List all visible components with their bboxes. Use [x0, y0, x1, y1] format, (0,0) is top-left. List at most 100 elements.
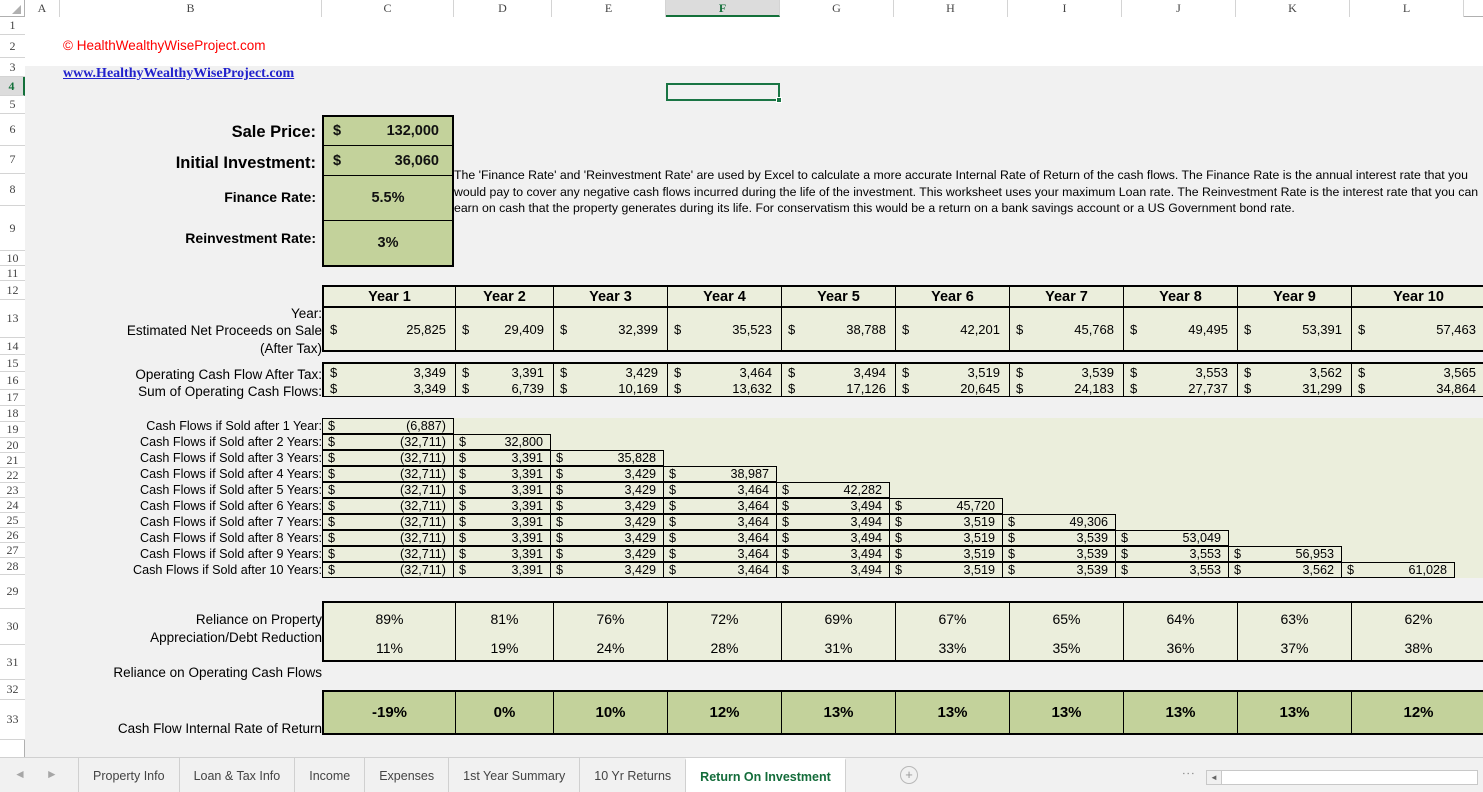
years-proceeds-table[interactable]: Year 1Year 2Year 3Year 4Year 5Year 6Year… — [322, 285, 1483, 352]
select-all-corner[interactable] — [0, 0, 25, 17]
row-header-32[interactable]: 32 — [0, 680, 25, 700]
cash-flow-cell-y1-c1[interactable]: $(6,887) — [322, 418, 454, 434]
net-proceeds-cell-3[interactable]: $32,399 — [554, 308, 668, 350]
cash-flow-cell-y10-c5[interactable]: $3,494 — [776, 562, 890, 578]
cash-flow-cell-y6-c2[interactable]: $3,391 — [453, 498, 551, 514]
row-header-23[interactable]: 23 — [0, 483, 25, 498]
reliance-property-cell-4[interactable]: 72% — [668, 603, 782, 635]
operating-cash-flow-cell-10[interactable]: $3,565 — [1352, 364, 1483, 380]
website-link[interactable]: www.HealthyWealthyWiseProject.com — [63, 66, 294, 82]
cash-flow-cell-y7-c7[interactable]: $49,306 — [1002, 514, 1116, 530]
net-proceeds-cell-8[interactable]: $49,495 — [1124, 308, 1238, 350]
cash-flow-cell-y9-c4[interactable]: $3,464 — [663, 546, 777, 562]
column-header-e[interactable]: E — [552, 0, 666, 17]
sheet-tab-expenses[interactable]: Expenses — [364, 758, 449, 792]
operating-cash-flow-cell-3[interactable]: $3,429 — [554, 364, 668, 380]
year-header-cell-4[interactable]: Year 4 — [668, 287, 782, 306]
row-header-9[interactable]: 9 — [0, 206, 25, 251]
cash-flow-cell-y7-c4[interactable]: $3,464 — [663, 514, 777, 530]
row-header-28[interactable]: 28 — [0, 558, 25, 575]
operating-cash-flow-cell-4[interactable]: $3,464 — [668, 364, 782, 380]
prev-sheet-arrow-icon[interactable]: ◄ — [14, 767, 26, 781]
cash-flow-cell-y10-c10[interactable]: $61,028 — [1341, 562, 1455, 578]
column-header-b[interactable]: B — [60, 0, 322, 17]
operating-cash-flow-cell-6[interactable]: $3,519 — [896, 364, 1010, 380]
row-header-30[interactable]: 30 — [0, 609, 25, 645]
row-header-2[interactable]: 2 — [0, 35, 25, 58]
column-header-c[interactable]: C — [322, 0, 454, 17]
sum-operating-cash-flows-cell-10[interactable]: $34,864 — [1352, 380, 1483, 396]
irr-table[interactable]: -19%0%10%12%13%13%13%13%13%12% — [322, 690, 1483, 735]
reliance-property-cell-10[interactable]: 62% — [1352, 603, 1483, 635]
scroll-left-arrow-icon[interactable]: ◄ — [1207, 771, 1222, 784]
row-header-17[interactable]: 17 — [0, 390, 25, 406]
cash-flow-cell-y10-c8[interactable]: $3,553 — [1115, 562, 1229, 578]
cash-flow-cell-y2-c1[interactable]: $(32,711) — [322, 434, 454, 450]
row-header-14[interactable]: 14 — [0, 338, 25, 355]
year-header-cell-7[interactable]: Year 7 — [1010, 287, 1124, 306]
irr-cell-7[interactable]: 13% — [1010, 692, 1124, 733]
net-proceeds-cell-2[interactable]: $29,409 — [456, 308, 554, 350]
cash-flow-cell-y10-c3[interactable]: $3,429 — [550, 562, 664, 578]
reliance-operating-cell-7[interactable]: 35% — [1010, 635, 1124, 660]
sum-operating-cash-flows-cell-7[interactable]: $24,183 — [1010, 380, 1124, 396]
reliance-property-cell-9[interactable]: 63% — [1238, 603, 1352, 635]
row-header-26[interactable]: 26 — [0, 528, 25, 543]
row-header-7[interactable]: 7 — [0, 146, 25, 174]
irr-cell-10[interactable]: 12% — [1352, 692, 1483, 733]
cash-flow-cell-y5-c2[interactable]: $3,391 — [453, 482, 551, 498]
reliance-property-cell-1[interactable]: 89% — [324, 603, 456, 635]
cash-flow-cell-y8-c6[interactable]: $3,519 — [889, 530, 1003, 546]
cash-flow-cell-y6-c4[interactable]: $3,464 — [663, 498, 777, 514]
year-header-cell-8[interactable]: Year 8 — [1124, 287, 1238, 306]
cash-flow-cell-y7-c3[interactable]: $3,429 — [550, 514, 664, 530]
net-proceeds-cell-9[interactable]: $53,391 — [1238, 308, 1352, 350]
sheet-tab-income[interactable]: Income — [294, 758, 365, 792]
row-header-22[interactable]: 22 — [0, 468, 25, 483]
net-proceeds-cell-5[interactable]: $38,788 — [782, 308, 896, 350]
cash-flow-cell-y5-c4[interactable]: $3,464 — [663, 482, 777, 498]
reliance-operating-cell-9[interactable]: 37% — [1238, 635, 1352, 660]
reliance-operating-cell-8[interactable]: 36% — [1124, 635, 1238, 660]
sheet-tab-property-info[interactable]: Property Info — [78, 758, 180, 792]
cash-flow-cell-y4-c3[interactable]: $3,429 — [550, 466, 664, 482]
cash-flow-cell-y4-c2[interactable]: $3,391 — [453, 466, 551, 482]
operating-cash-flow-cell-1[interactable]: $3,349 — [324, 364, 456, 380]
reliance-operating-cell-1[interactable]: 11% — [324, 635, 456, 660]
row-header-25[interactable]: 25 — [0, 513, 25, 528]
cash-flow-cell-y8-c2[interactable]: $3,391 — [453, 530, 551, 546]
row-header-10[interactable]: 10 — [0, 251, 25, 266]
sale-price-input-cell[interactable]: $ 132,000 — [324, 117, 452, 146]
cash-flow-cell-y4-c1[interactable]: $(32,711) — [322, 466, 454, 482]
irr-cell-1[interactable]: -19% — [324, 692, 456, 733]
cash-flow-cell-y10-c9[interactable]: $3,562 — [1228, 562, 1342, 578]
row-header-5[interactable]: 5 — [0, 96, 25, 114]
cash-flow-cell-y4-c4[interactable]: $38,987 — [663, 466, 777, 482]
column-header-a[interactable]: A — [25, 0, 60, 17]
reliance-property-cell-8[interactable]: 64% — [1124, 603, 1238, 635]
cash-flow-cell-y9-c5[interactable]: $3,494 — [776, 546, 890, 562]
cash-flow-cell-y10-c7[interactable]: $3,539 — [1002, 562, 1116, 578]
cash-flow-cell-y9-c6[interactable]: $3,519 — [889, 546, 1003, 562]
irr-cell-3[interactable]: 10% — [554, 692, 668, 733]
column-header-j[interactable]: J — [1122, 0, 1236, 17]
row-header-27[interactable]: 27 — [0, 543, 25, 558]
reliance-property-cell-5[interactable]: 69% — [782, 603, 896, 635]
operating-cash-flow-cell-5[interactable]: $3,494 — [782, 364, 896, 380]
cash-flow-cell-y7-c5[interactable]: $3,494 — [776, 514, 890, 530]
row-header-8[interactable]: 8 — [0, 174, 25, 206]
sum-operating-cash-flows-cell-1[interactable]: $3,349 — [324, 380, 456, 396]
operating-cash-flow-cell-8[interactable]: $3,553 — [1124, 364, 1238, 380]
reliance-table[interactable]: 89%81%76%72%69%67%65%64%63%62%11%19%24%2… — [322, 601, 1483, 662]
reliance-property-cell-7[interactable]: 65% — [1010, 603, 1124, 635]
year-header-cell-3[interactable]: Year 3 — [554, 287, 668, 306]
operating-cashflow-table[interactable]: $3,349$3,391$3,429$3,464$3,494$3,519$3,5… — [322, 362, 1483, 397]
row-header-3[interactable]: 3 — [0, 58, 25, 77]
cash-flow-cell-y9-c7[interactable]: $3,539 — [1002, 546, 1116, 562]
operating-cash-flow-cell-9[interactable]: $3,562 — [1238, 364, 1352, 380]
irr-cell-4[interactable]: 12% — [668, 692, 782, 733]
cash-flow-cell-y5-c3[interactable]: $3,429 — [550, 482, 664, 498]
operating-cash-flow-cell-7[interactable]: $3,539 — [1010, 364, 1124, 380]
row-header-33[interactable]: 33 — [0, 700, 25, 740]
cash-flow-cell-y3-c2[interactable]: $3,391 — [453, 450, 551, 466]
